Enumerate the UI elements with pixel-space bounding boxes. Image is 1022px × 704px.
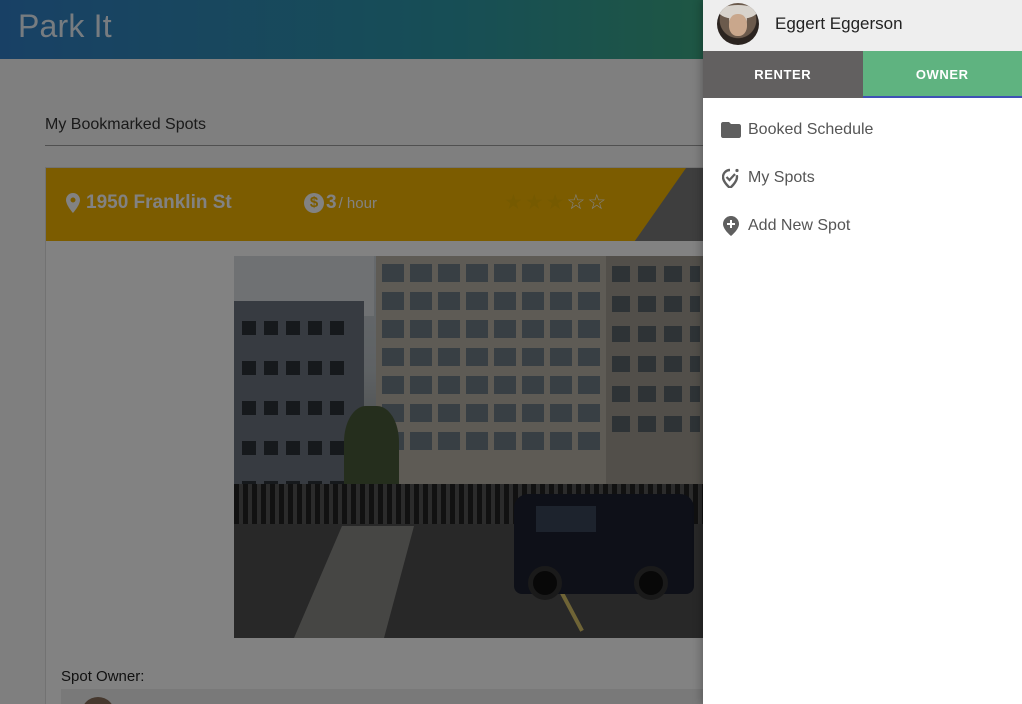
menu-item-my-spots[interactable]: My Spots	[703, 154, 1022, 202]
avatar-face	[729, 14, 747, 36]
side-drawer: Eggert Eggerson RENTER OWNER Booked Sche…	[703, 0, 1022, 704]
menu-item-label: Add New Spot	[748, 217, 851, 234]
menu-item-add-new-spot[interactable]: Add New Spot	[703, 202, 1022, 250]
user-avatar[interactable]	[717, 3, 759, 45]
tab-owner[interactable]: OWNER	[862, 51, 1022, 98]
menu-item-label: My Spots	[748, 169, 815, 186]
folder-icon	[721, 120, 741, 140]
user-name: Eggert Eggerson	[775, 14, 903, 33]
menu-item-label: Booked Schedule	[748, 121, 874, 138]
role-tabs: RENTER OWNER	[703, 51, 1022, 98]
location-check-icon	[721, 168, 741, 188]
add-location-icon	[721, 216, 741, 236]
drawer-menu: Booked Schedule My Spots Add New Spot	[703, 106, 1022, 250]
tab-renter[interactable]: RENTER	[703, 51, 863, 98]
drawer-user-header: Eggert Eggerson	[703, 0, 1022, 51]
menu-item-booked-schedule[interactable]: Booked Schedule	[703, 106, 1022, 154]
